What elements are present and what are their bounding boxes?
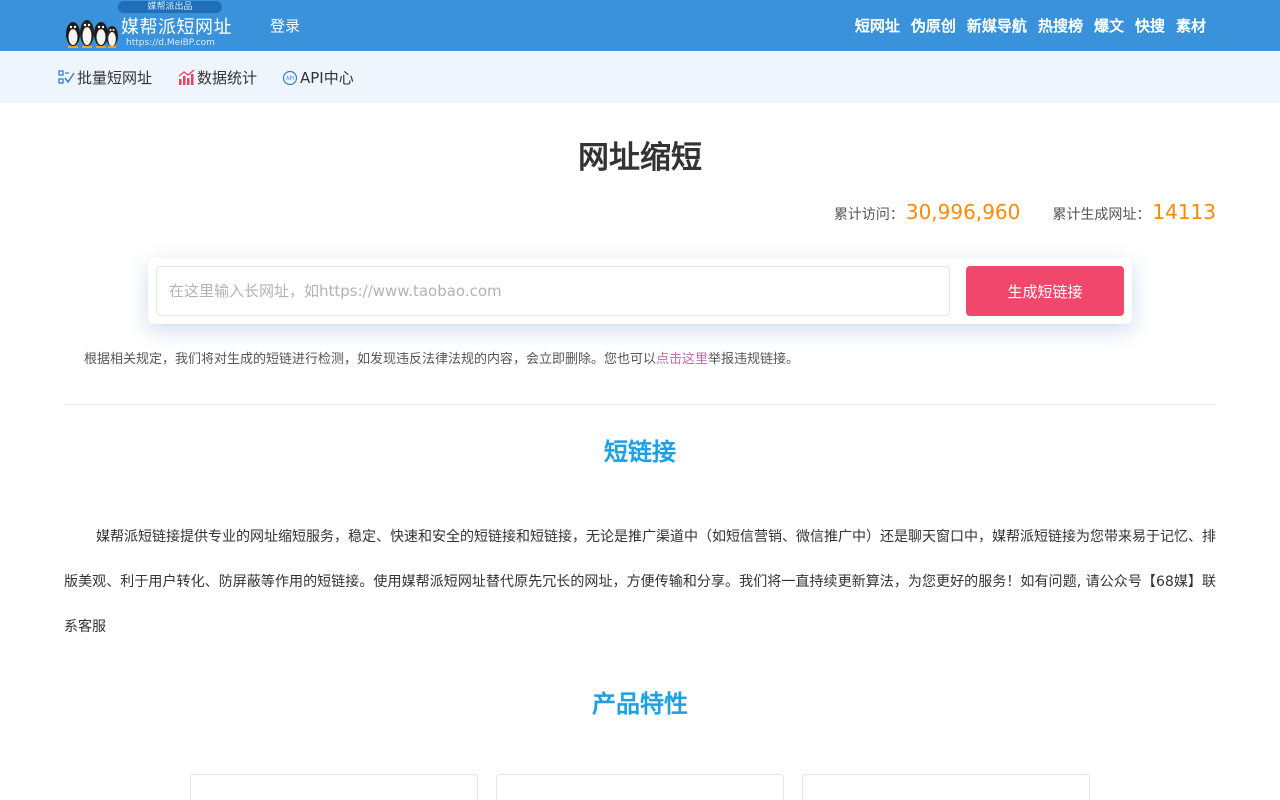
stats-row: 累计访问： 30,996,960 累计生成网址： 14113 [834,200,1216,224]
legal-notice: 根据相关规定，我们将对生成的短链进行检测，如发现违反法律法规的内容，会立即删除。… [84,348,799,367]
notice-text-after: 举报违规链接。 [708,352,800,367]
nav-pseudo-original[interactable]: 伪原创 [911,15,956,36]
shorten-form: 生成短链接 [148,258,1132,324]
report-link[interactable]: 点击这里 [656,352,708,367]
page-title: 网址缩短 [578,140,702,176]
subnav-stats-label: 数据统计 [197,69,258,87]
nav-materials[interactable]: 素材 [1176,15,1206,36]
top-header: 媒帮派出品 媒帮派短网址 https://d.MeiBP.com 登录 短网址 … [0,0,1280,51]
total-visits-label: 累计访问： [833,207,904,223]
nav-hot-search[interactable]: 热搜榜 [1038,15,1083,36]
divider [64,404,1216,405]
total-generated-value: 14113 [1152,200,1216,224]
bar-chart-icon [178,69,195,85]
section-title-features: 产品特性 [592,690,688,718]
svg-text:API: API [286,76,294,82]
login-link[interactable]: 登录 [270,15,300,36]
long-url-input[interactable] [156,266,950,316]
intro-paragraph: 媒帮派短链接提供专业的网址缩短服务，稳定、快速和安全的短链接和短链接，无论是推广… [64,529,1216,635]
nav-quick-search[interactable]: 快搜 [1135,15,1165,36]
site-logo[interactable]: 媒帮派出品 媒帮派短网址 https://d.MeiBP.com [64,0,236,51]
notice-text-before: 根据相关规定，我们将对生成的短链进行检测，如发现违反法律法规的内容，会立即删除。… [84,352,657,367]
top-nav: 短网址 伪原创 新媒导航 热搜榜 爆文 快搜 素材 [855,15,1206,36]
subnav-api-center[interactable]: API API中心 [282,67,354,88]
penguins-logo-icon [66,20,118,48]
subnav-batch-label: 批量短网址 [77,69,153,87]
total-visits-value: 30,996,960 [905,200,1021,224]
api-icon: API [282,70,298,85]
nav-short-url[interactable]: 短网址 [855,15,900,36]
sub-nav: 批量短网址 数据统计 API API中心 [0,51,1280,103]
nav-viral-articles[interactable]: 爆文 [1094,15,1124,36]
subnav-data-stats[interactable]: 数据统计 [178,67,257,88]
subnav-api-label: API中心 [300,69,354,87]
nav-media-navigation[interactable]: 新媒导航 [967,15,1027,36]
total-generated-label: 累计生成网址： [1052,207,1151,223]
checklist-icon [58,70,75,84]
feature-card [802,774,1090,800]
section-title-short-link: 短链接 [604,438,676,466]
feature-card [190,774,478,800]
generate-short-link-button[interactable]: 生成短链接 [966,266,1124,316]
logo-name: 媒帮派短网址 [121,17,232,38]
feature-card [496,774,784,800]
logo-tagline: 媒帮派出品 [118,1,222,13]
logo-url: https://d.MeiBP.com [126,38,215,48]
subnav-batch-short-url[interactable]: 批量短网址 [58,67,152,88]
